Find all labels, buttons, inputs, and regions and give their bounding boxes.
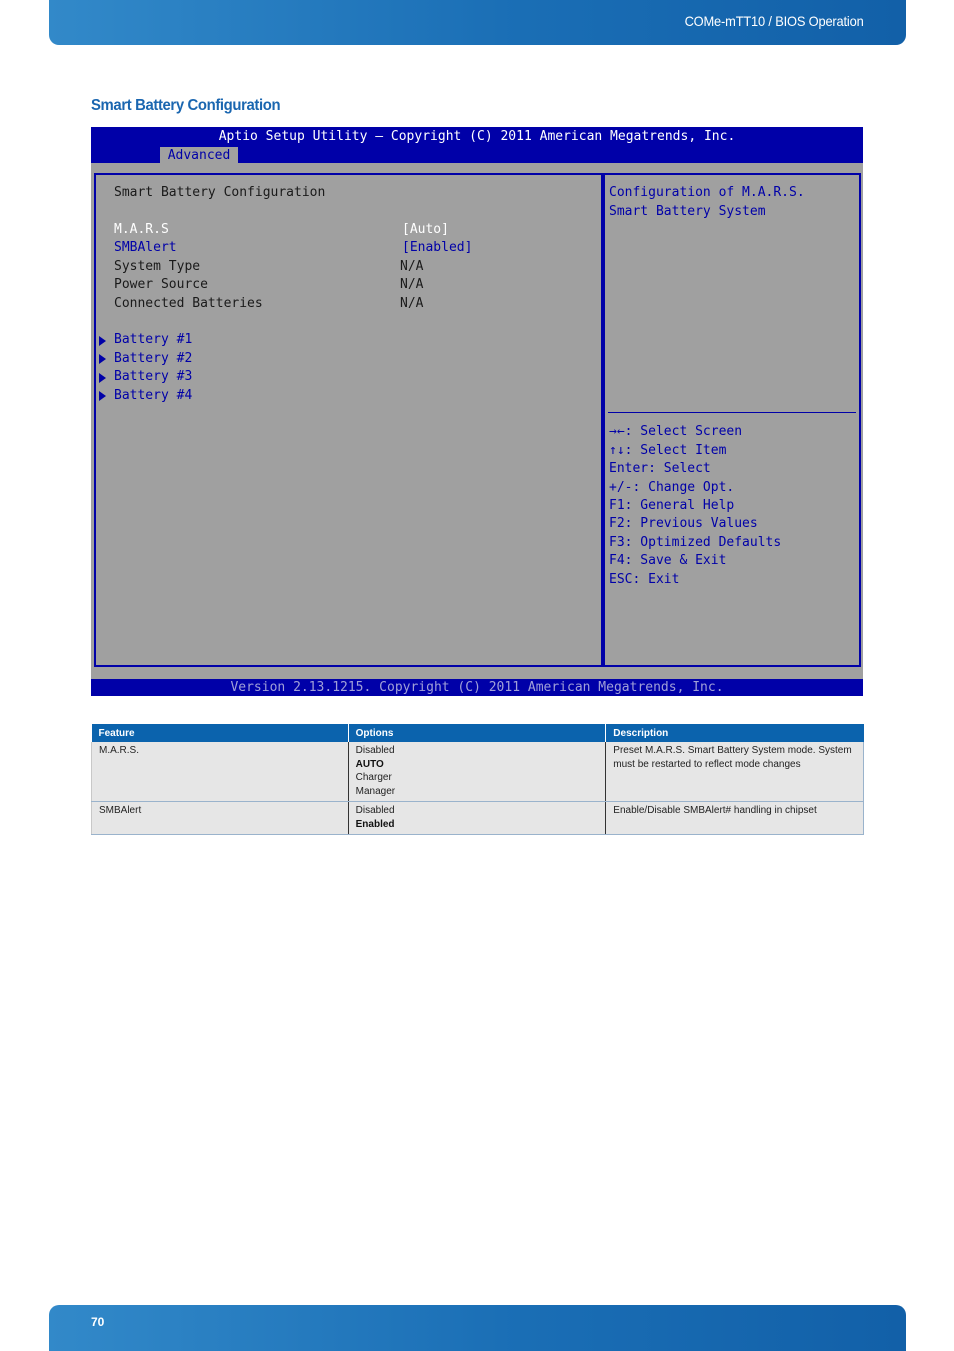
submenu-arrow-icon [99, 391, 106, 401]
setting-mars-value[interactable]: [Auto] [402, 221, 449, 239]
feature-cell: M.A.R.S. [91, 742, 349, 802]
option-value: Charger [355, 772, 392, 783]
column-header-feature: Feature [91, 724, 349, 742]
page-number: 70 [91, 1315, 105, 1329]
setting-smbalert-value[interactable]: [Enabled] [402, 239, 472, 257]
option-value-default: Enabled [355, 818, 395, 830]
bios-screenshot: Aptio Setup Utility – Copyright (C) 2011… [91, 127, 863, 696]
table-row: M.A.R.S. Disabled AUTO Charger Manager P… [91, 742, 864, 802]
key-help-f4: F4: Save & Exit [609, 553, 727, 568]
table-header-row: Feature Options Description [91, 724, 864, 742]
key-help-select-screen: →←: Select Screen [609, 424, 743, 439]
key-help-esc: ESC: Exit [609, 572, 680, 587]
key-help-change-opt: +/-: Change Opt. [609, 480, 735, 495]
info-system-type-label: System Type [114, 259, 201, 274]
bios-title-bar: Aptio Setup Utility – Copyright (C) 2011… [91, 127, 863, 164]
info-system-type-value: N/A [400, 259, 424, 274]
info-power-source-label: Power Source [114, 277, 208, 292]
submenu-battery-3[interactable]: Battery #3 [114, 368, 192, 386]
page-footer-band: 70 [49, 1305, 906, 1351]
bios-settings-pane: Smart Battery Configuration M.A.R.S [Aut… [94, 173, 603, 667]
option-value: Disabled [355, 805, 395, 816]
bios-version-footer: Version 2.13.1215. Copyright (C) 2011 Am… [91, 679, 863, 696]
info-connected-batteries-value: N/A [400, 296, 424, 311]
column-header-description: Description [605, 724, 864, 742]
help-text-line: Configuration of M.A.R.S. [609, 185, 805, 200]
key-help-select-item: ↑↓: Select Item [609, 443, 727, 458]
option-value: Manager [355, 785, 396, 797]
key-help-f1: F1: General Help [609, 498, 735, 513]
options-cell: Disabled AUTO Charger Manager [348, 742, 607, 802]
submenu-battery-2[interactable]: Battery #2 [114, 350, 192, 368]
table-row: SMBAlert Disabled Enabled Enable/Disable… [91, 801, 864, 835]
page-header-band: COMe-mTT10 / BIOS Operation [49, 0, 906, 45]
submenu-arrow-icon [99, 336, 106, 346]
submenu-arrow-icon [99, 373, 106, 383]
bios-page-heading: Smart Battery Configuration [114, 185, 326, 200]
submenu-battery-1[interactable]: Battery #1 [114, 331, 192, 349]
setting-mars-label[interactable]: M.A.R.S [114, 221, 169, 239]
key-help-f3: F3: Optimized Defaults [609, 535, 782, 550]
help-text-line: Smart Battery System [609, 204, 766, 219]
bios-help-pane: Configuration of M.A.R.S. Smart Battery … [603, 173, 861, 667]
setting-smbalert-label[interactable]: SMBAlert [114, 239, 177, 257]
option-value: Disabled [355, 745, 395, 756]
document-title: COMe-mTT10 / BIOS Operation [685, 13, 864, 29]
feature-cell: SMBAlert [91, 801, 349, 835]
info-power-source-value: N/A [400, 277, 424, 292]
key-help-enter: Enter: Select [609, 461, 711, 476]
help-divider [608, 412, 856, 413]
submenu-battery-4[interactable]: Battery #4 [114, 387, 192, 405]
options-cell: Disabled Enabled [348, 801, 607, 835]
info-connected-batteries-label: Connected Batteries [114, 296, 263, 311]
description-cell: Enable/Disable SMBAlert# handling in chi… [605, 801, 864, 835]
option-value-default: AUTO [355, 758, 384, 770]
submenu-arrow-icon [99, 354, 106, 364]
tab-advanced[interactable]: Advanced [160, 147, 238, 164]
section-title: Smart Battery Configuration [91, 97, 281, 114]
feature-table: Feature Options Description M.A.R.S. Dis… [91, 724, 864, 835]
key-help-f2: F2: Previous Values [609, 516, 758, 531]
bios-title: Aptio Setup Utility – Copyright (C) 2011… [218, 129, 736, 144]
column-header-options: Options [348, 724, 607, 742]
description-cell: Preset M.A.R.S. Smart Battery System mod… [605, 742, 864, 802]
